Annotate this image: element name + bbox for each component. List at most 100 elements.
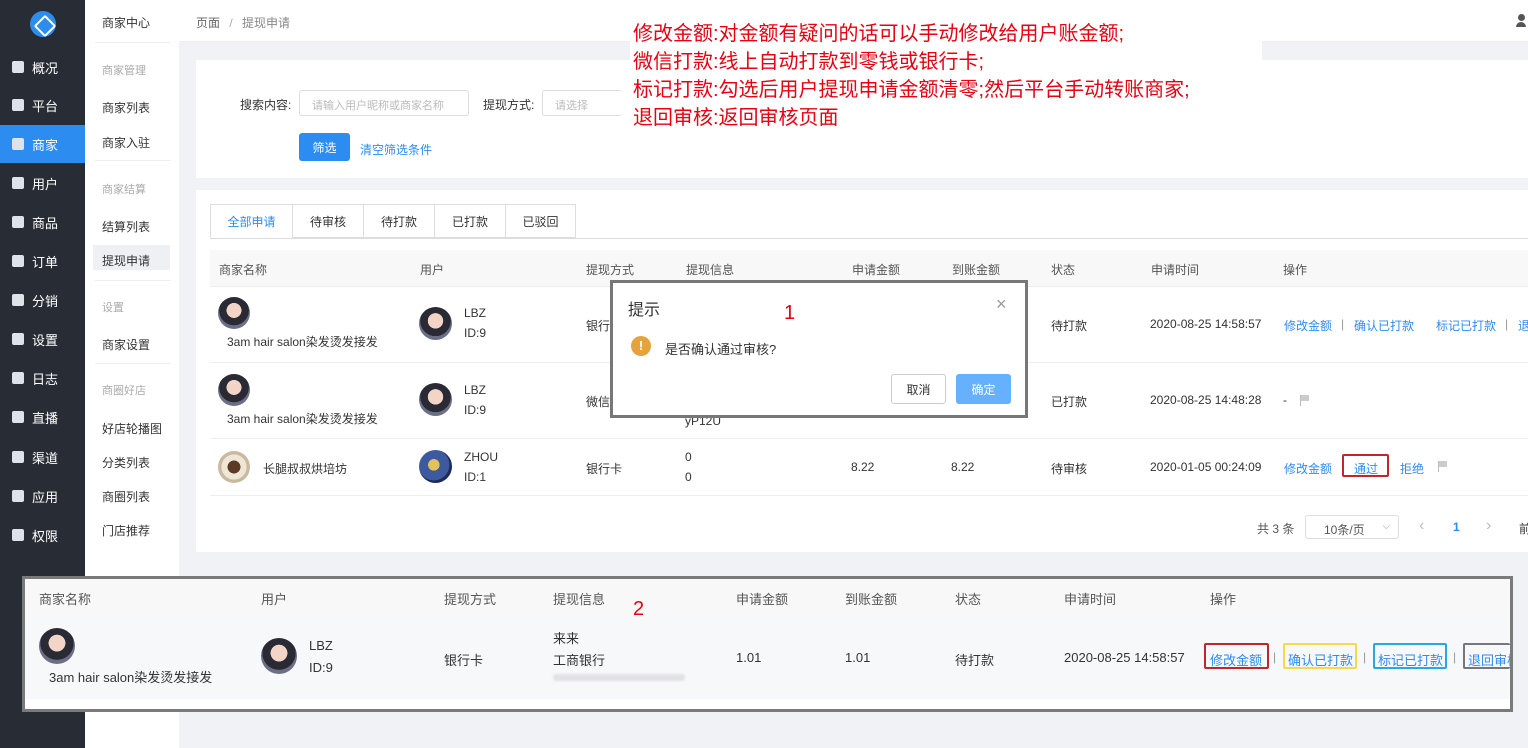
flag-icon[interactable] [1300, 395, 1310, 406]
book-icon [12, 372, 24, 384]
tab-rejected[interactable]: 已驳回 [505, 204, 576, 238]
withdraw-info-line2: 0 [685, 470, 692, 484]
sidebar-item-9[interactable]: 直播 [0, 398, 85, 436]
sidebar-item-label: 应用 [32, 489, 59, 505]
next-page-button[interactable]: › [1486, 517, 1491, 535]
flag-icon[interactable] [1438, 461, 1448, 472]
user-id: ID:9 [464, 403, 487, 417]
page-size-select[interactable]: 10条/页 ⌵ [1305, 515, 1399, 539]
cancel-button[interactable]: 取消 [891, 374, 946, 404]
column-header: 状态 [1051, 263, 1076, 277]
order-icon [12, 255, 24, 267]
submenu-item-carousel[interactable]: 好店轮播图 [102, 420, 162, 437]
sidebar-item-label: 直播 [32, 410, 59, 426]
mark-paid-link[interactable]: 标记已打款 [1436, 317, 1496, 334]
reject-link[interactable]: 拒绝 [1400, 460, 1424, 477]
approve-link[interactable]: 通过 [1354, 460, 1378, 477]
sidebar-item-5[interactable]: 订单 [0, 242, 85, 280]
confirm-paid-link[interactable]: 确认已打款 [1354, 317, 1414, 334]
sidebar-item-label: 商品 [32, 215, 59, 231]
submenu-item-shop-settings[interactable]: 商家设置 [102, 336, 150, 353]
submenu-item-settle-list[interactable]: 结算列表 [102, 218, 150, 235]
modify-amount-link[interactable]: 修改金额 [1284, 317, 1332, 334]
submenu-item-circle[interactable]: 商圈列表 [102, 488, 150, 505]
withdraw-method: 银行卡 [586, 462, 623, 476]
user-id: ID:9 [309, 660, 333, 675]
method-select[interactable]: 请选择 [542, 90, 622, 116]
marker-one: 1 [784, 302, 796, 324]
op-sep: | [1341, 317, 1345, 331]
sidebar-item-12[interactable]: 权限 [0, 516, 85, 554]
sidebar-item-label: 订单 [32, 254, 59, 270]
annotation-modify-amount: 修改金额:对金额有疑问的话可以手动修改给用户账金额; [633, 23, 1125, 45]
column-header: 商家名称 [219, 263, 268, 277]
sidebar-item-label: 渠道 [32, 450, 59, 466]
arrive-amount: 1.01 [845, 650, 871, 665]
sidebar-item-4[interactable]: 商品 [0, 203, 85, 241]
divider [95, 363, 171, 364]
sidebar-item-2[interactable]: 商家 [0, 125, 85, 163]
submenu-item-withdraw[interactable]: 提现申请 [102, 252, 150, 269]
status-text: 待打款 [955, 653, 995, 668]
modify-amount-link[interactable]: 修改金额 [1284, 460, 1332, 477]
dialog-title: 提示 [628, 302, 661, 319]
return-review-link[interactable]: 退回审核 [1468, 650, 1510, 667]
sidebar-item-0[interactable]: 概况 [0, 48, 85, 86]
op-sep: | [1273, 650, 1277, 664]
submenu-item-category[interactable]: 分类列表 [102, 454, 150, 471]
user-name: ZHOU [464, 450, 498, 464]
confirm-paid-link[interactable]: 确认已打款 [1288, 650, 1353, 669]
sidebar-item-10[interactable]: 渠道 [0, 438, 85, 476]
tab-pending-payment[interactable]: 待打款 [363, 204, 435, 238]
apply-amount: 1.01 [736, 650, 762, 665]
clear-filter-link[interactable]: 清空筛选条件 [360, 141, 432, 158]
total-count: 共 3 条 [1257, 522, 1295, 536]
row-divider [210, 495, 1528, 496]
submenu-item-shop-settle-in[interactable]: 商家入驻 [102, 134, 150, 151]
withdraw-info-line1: 0 [685, 450, 692, 464]
search-label: 搜索内容: [240, 98, 292, 112]
user-icon [12, 177, 24, 189]
sitemap-icon [12, 294, 24, 306]
withdraw-method: 微信 [586, 395, 611, 409]
shop-name: 3am hair salon染发烫发接发 [49, 670, 213, 685]
close-icon[interactable]: × [996, 294, 1007, 315]
tabs-bottom-line [210, 238, 1528, 239]
dashboard-icon [12, 61, 24, 73]
user-id: ID:9 [464, 326, 487, 340]
breadcrumb-root[interactable]: 页面 [196, 16, 220, 30]
channel-icon [12, 451, 24, 463]
user-name: LBZ [464, 383, 487, 397]
user-icon[interactable] [1516, 14, 1526, 27]
filter-button[interactable]: 筛选 [299, 133, 350, 161]
search-input[interactable]: 请输入用户昵称或商家名称 [299, 90, 469, 116]
return-review-link[interactable]: 退 [1518, 317, 1528, 334]
breadcrumb-sep: / [229, 16, 233, 30]
ops-dash: - [1283, 393, 1287, 407]
sidebar-item-11[interactable]: 应用 [0, 477, 85, 515]
ok-button[interactable]: 确定 [956, 374, 1011, 404]
sidebar-item-1[interactable]: 平台 [0, 86, 85, 124]
sidebar-item-8[interactable]: 日志 [0, 359, 85, 397]
page-number[interactable]: 1 [1453, 520, 1460, 534]
sidebar-item-3[interactable]: 用户 [0, 164, 85, 202]
tab-paid[interactable]: 已打款 [434, 204, 506, 238]
mark-paid-link[interactable]: 标记已打款 [1378, 650, 1443, 669]
tab-pending-review[interactable]: 待审核 [292, 204, 364, 238]
prev-page-button[interactable]: ‹ [1419, 517, 1424, 535]
logo-icon[interactable] [30, 11, 56, 37]
modify-amount-link[interactable]: 修改金额 [1210, 650, 1262, 669]
tab-all[interactable]: 全部申请 [210, 204, 293, 238]
user-avatar [419, 307, 452, 340]
column-header: 申请时间 [1151, 263, 1200, 277]
user-name: LBZ [464, 306, 487, 320]
user-avatar [419, 383, 452, 416]
sidebar-item-label: 概况 [32, 60, 59, 76]
submenu-item-shop-list[interactable]: 商家列表 [102, 99, 150, 116]
sidebar-item-7[interactable]: 设置 [0, 320, 85, 358]
submenu-group-shop-mgmt: 商家管理 [102, 65, 146, 77]
sidebar-item-6[interactable]: 分销 [0, 281, 85, 319]
submenu-item-recommend[interactable]: 门店推荐 [102, 522, 150, 539]
apply-time: 2020-08-25 14:48:28 [1150, 393, 1262, 407]
divider [95, 42, 171, 43]
